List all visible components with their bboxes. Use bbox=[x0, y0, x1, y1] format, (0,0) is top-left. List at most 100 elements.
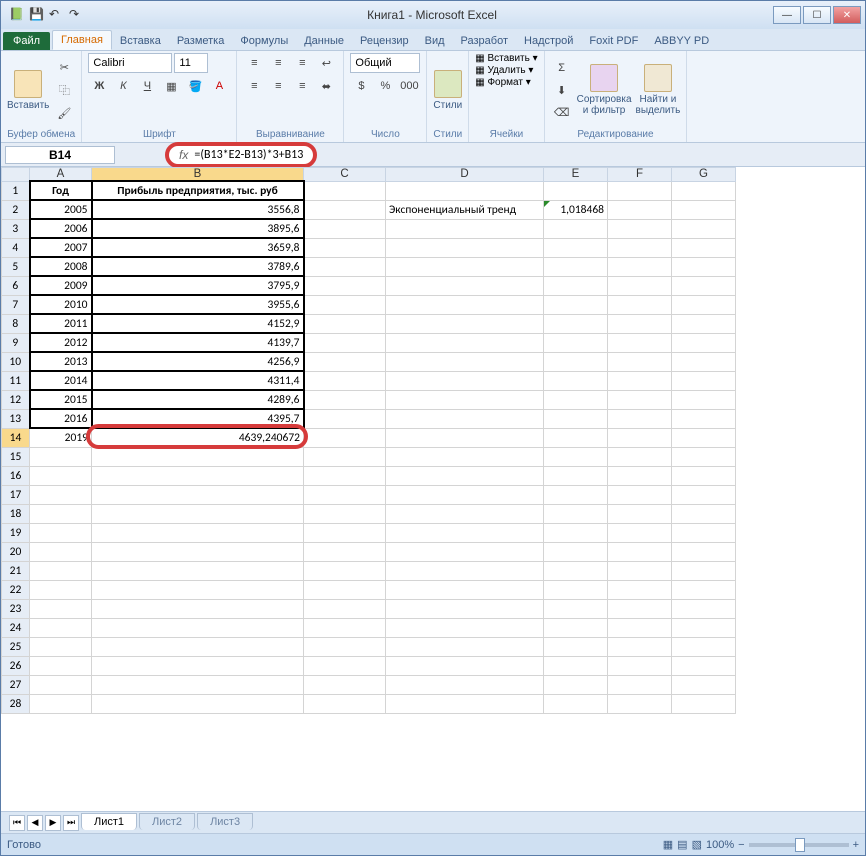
col-header-B[interactable]: B bbox=[92, 168, 304, 182]
wrap-button[interactable]: ↩ bbox=[315, 53, 337, 73]
font-name-select[interactable]: Calibri bbox=[88, 53, 172, 73]
cell-empty[interactable] bbox=[386, 466, 544, 485]
row-header-21[interactable]: 21 bbox=[2, 561, 30, 580]
cell-D10[interactable] bbox=[386, 352, 544, 371]
cell-A11[interactable]: 2014 bbox=[30, 371, 92, 390]
cell-C3[interactable] bbox=[304, 219, 386, 238]
sheet-nav-first[interactable]: ⏮ bbox=[9, 815, 25, 831]
row-header-13[interactable]: 13 bbox=[2, 409, 30, 428]
cell-empty[interactable] bbox=[672, 618, 736, 637]
cell-empty[interactable] bbox=[608, 675, 672, 694]
cell-empty[interactable] bbox=[386, 504, 544, 523]
cell-empty[interactable] bbox=[92, 656, 304, 675]
cell-empty[interactable] bbox=[92, 485, 304, 504]
cell-F3[interactable] bbox=[608, 219, 672, 238]
cell-F9[interactable] bbox=[608, 333, 672, 352]
cell-C2[interactable] bbox=[304, 200, 386, 219]
cell-E11[interactable] bbox=[544, 371, 608, 390]
cell-empty[interactable] bbox=[30, 694, 92, 713]
cell-empty[interactable] bbox=[30, 675, 92, 694]
sheet-nav-prev[interactable]: ◀ bbox=[27, 815, 43, 831]
cell-empty[interactable] bbox=[672, 466, 736, 485]
cell-G6[interactable] bbox=[672, 276, 736, 295]
tab-foxit[interactable]: Foxit PDF bbox=[581, 32, 646, 50]
row-header-6[interactable]: 6 bbox=[2, 276, 30, 295]
cell-empty[interactable] bbox=[304, 675, 386, 694]
sheet-tab-3[interactable]: Лист3 bbox=[197, 813, 253, 830]
cell-A13[interactable]: 2016 bbox=[30, 409, 92, 428]
cell-G5[interactable] bbox=[672, 257, 736, 276]
cell-empty[interactable] bbox=[304, 618, 386, 637]
cell-empty[interactable] bbox=[608, 580, 672, 599]
cell-B1[interactable]: Прибыль предприятия, тыс. руб bbox=[92, 181, 304, 200]
cell-B8[interactable]: 4152,9 bbox=[92, 314, 304, 333]
sheet-tab-1[interactable]: Лист1 bbox=[81, 813, 137, 830]
cell-empty[interactable] bbox=[92, 694, 304, 713]
cell-F14[interactable] bbox=[608, 428, 672, 447]
cell-empty[interactable] bbox=[672, 694, 736, 713]
cell-A14[interactable]: 2019 bbox=[30, 428, 92, 447]
view-layout-icon[interactable]: ▤ bbox=[677, 838, 687, 851]
cell-D7[interactable] bbox=[386, 295, 544, 314]
delete-cells-button[interactable]: ▦ Удалить ▾ bbox=[475, 65, 533, 76]
row-header-3[interactable]: 3 bbox=[2, 219, 30, 238]
cell-empty[interactable] bbox=[92, 523, 304, 542]
row-header-22[interactable]: 22 bbox=[2, 580, 30, 599]
col-header-G[interactable]: G bbox=[672, 168, 736, 182]
cell-G10[interactable] bbox=[672, 352, 736, 371]
italic-button[interactable]: К bbox=[112, 76, 134, 96]
cell-B10[interactable]: 4256,9 bbox=[92, 352, 304, 371]
cell-empty[interactable] bbox=[672, 656, 736, 675]
close-button[interactable]: ✕ bbox=[833, 6, 861, 24]
tab-layout[interactable]: Разметка bbox=[169, 32, 233, 50]
cell-empty[interactable] bbox=[30, 637, 92, 656]
percent-button[interactable]: % bbox=[374, 76, 396, 96]
cell-F5[interactable] bbox=[608, 257, 672, 276]
row-header-20[interactable]: 20 bbox=[2, 542, 30, 561]
cell-empty[interactable] bbox=[608, 618, 672, 637]
cell-empty[interactable] bbox=[672, 675, 736, 694]
cell-empty[interactable] bbox=[92, 447, 304, 466]
copy-icon[interactable]: ⿻ bbox=[53, 80, 75, 100]
cell-empty[interactable] bbox=[304, 447, 386, 466]
cell-empty[interactable] bbox=[608, 542, 672, 561]
align-bot-button[interactable]: ≡ bbox=[291, 53, 313, 73]
row-header-17[interactable]: 17 bbox=[2, 485, 30, 504]
cell-empty[interactable] bbox=[30, 523, 92, 542]
cell-B11[interactable]: 4311,4 bbox=[92, 371, 304, 390]
cell-empty[interactable] bbox=[386, 618, 544, 637]
cell-empty[interactable] bbox=[672, 637, 736, 656]
row-header-19[interactable]: 19 bbox=[2, 523, 30, 542]
cell-F12[interactable] bbox=[608, 390, 672, 409]
cell-A3[interactable]: 2006 bbox=[30, 219, 92, 238]
cell-B7[interactable]: 3955,6 bbox=[92, 295, 304, 314]
cell-G9[interactable] bbox=[672, 333, 736, 352]
cell-G12[interactable] bbox=[672, 390, 736, 409]
cell-C14[interactable] bbox=[304, 428, 386, 447]
cell-C7[interactable] bbox=[304, 295, 386, 314]
row-header-28[interactable]: 28 bbox=[2, 694, 30, 713]
cell-empty[interactable] bbox=[672, 542, 736, 561]
cell-F11[interactable] bbox=[608, 371, 672, 390]
cell-empty[interactable] bbox=[672, 523, 736, 542]
cell-G11[interactable] bbox=[672, 371, 736, 390]
align-left-button[interactable]: ≡ bbox=[243, 76, 265, 96]
cell-empty[interactable] bbox=[544, 656, 608, 675]
cell-empty[interactable] bbox=[544, 637, 608, 656]
cell-D5[interactable] bbox=[386, 257, 544, 276]
cell-empty[interactable] bbox=[30, 504, 92, 523]
find-select-button[interactable]: Найти и выделить bbox=[636, 64, 681, 116]
cell-empty[interactable] bbox=[544, 580, 608, 599]
tab-insert[interactable]: Вставка bbox=[112, 32, 169, 50]
cell-empty[interactable] bbox=[544, 599, 608, 618]
cell-empty[interactable] bbox=[304, 599, 386, 618]
cell-empty[interactable] bbox=[30, 466, 92, 485]
row-header-11[interactable]: 11 bbox=[2, 371, 30, 390]
row-header-16[interactable]: 16 bbox=[2, 466, 30, 485]
row-header-26[interactable]: 26 bbox=[2, 656, 30, 675]
cell-B4[interactable]: 3659,8 bbox=[92, 238, 304, 257]
row-header-15[interactable]: 15 bbox=[2, 447, 30, 466]
cell-empty[interactable] bbox=[304, 542, 386, 561]
cell-C9[interactable] bbox=[304, 333, 386, 352]
cell-empty[interactable] bbox=[30, 599, 92, 618]
